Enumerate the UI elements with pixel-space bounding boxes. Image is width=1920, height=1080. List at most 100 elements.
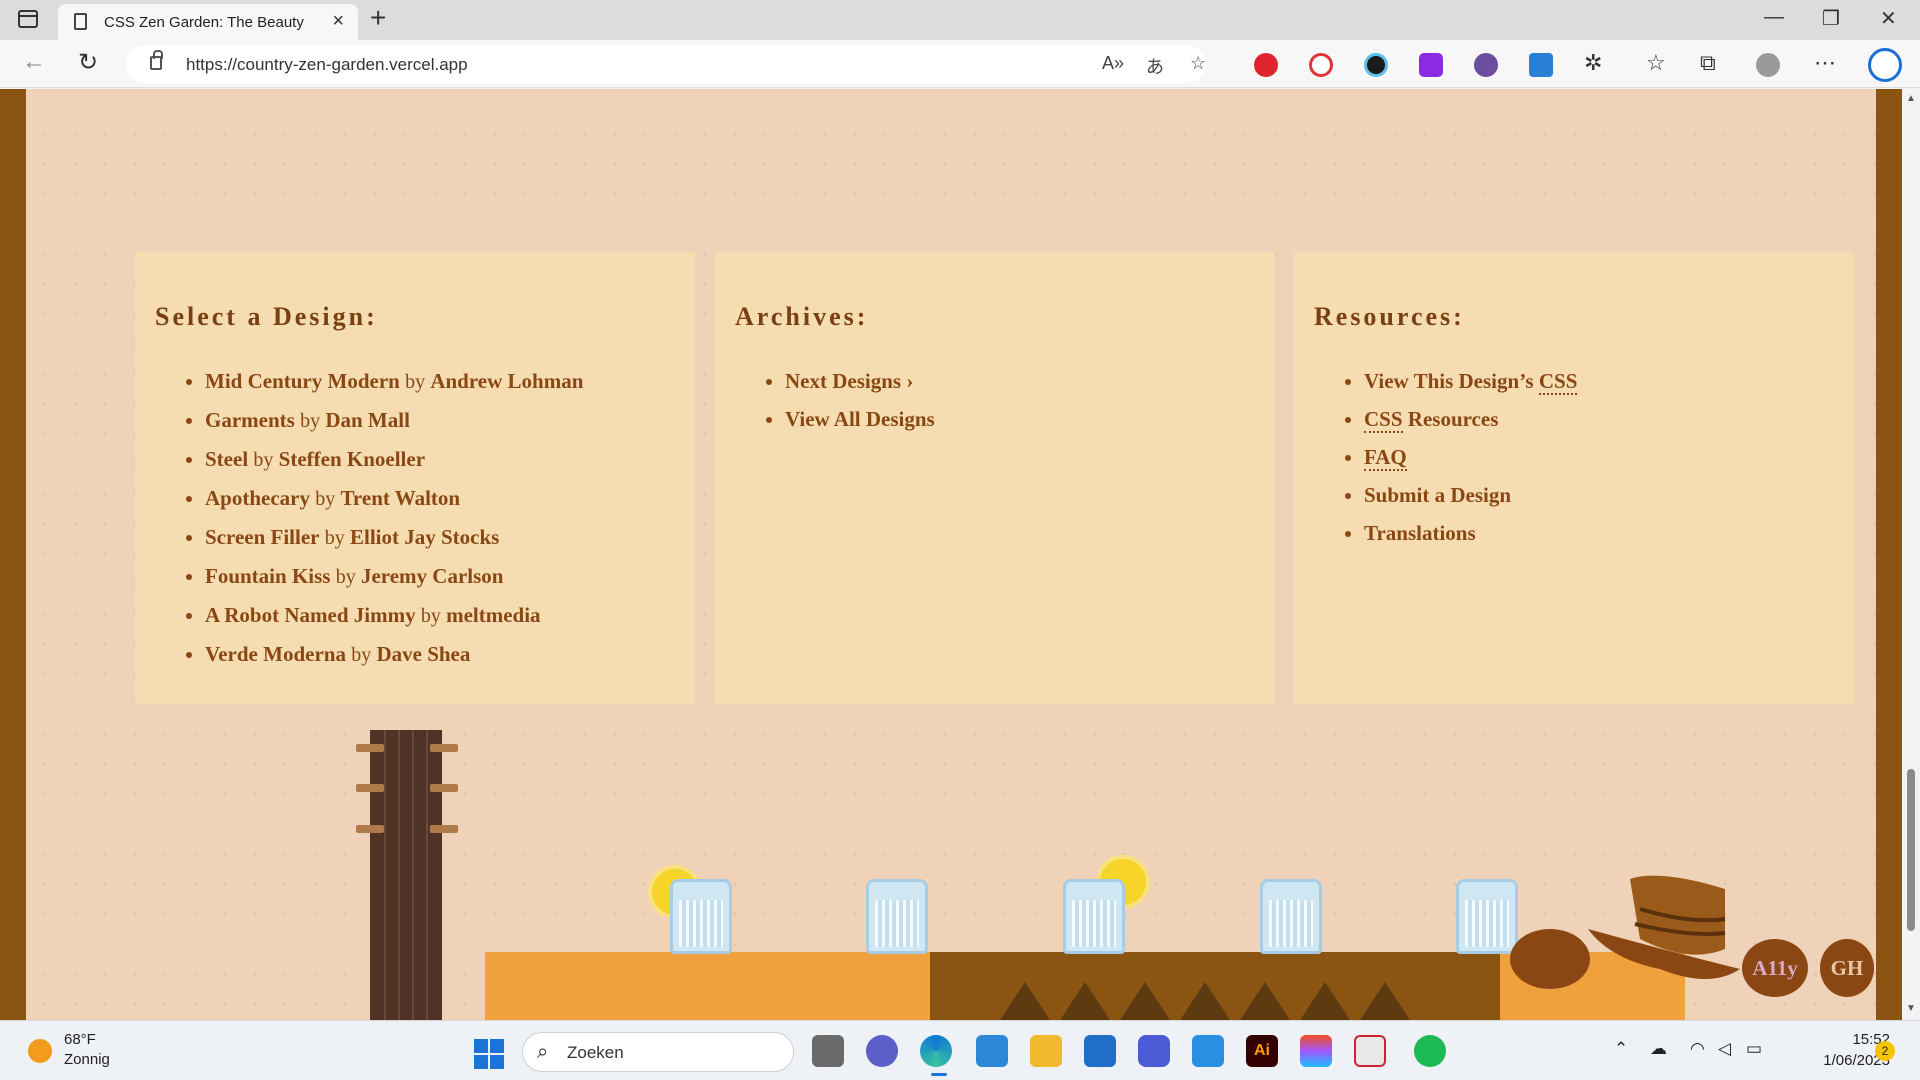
glass-decoration [1063, 879, 1125, 954]
tab-close-button[interactable]: × [332, 10, 344, 33]
design-link[interactable]: Apothecary [205, 486, 310, 510]
translate-icon[interactable]: あ [1146, 53, 1164, 79]
by-label: by [324, 527, 345, 549]
next-designs-link[interactable]: Next Designs › [785, 369, 913, 393]
tuning-peg [356, 825, 384, 833]
taskbar-search[interactable]: ⌕ Zoeken [522, 1032, 794, 1072]
designer-link[interactable]: Elliot Jay Stocks [350, 525, 499, 549]
scroll-down-icon[interactable]: ▼ [1906, 1003, 1916, 1014]
adblock-icon[interactable] [1254, 53, 1278, 77]
scroll-thumb[interactable] [1907, 769, 1915, 931]
list-item: Screen Filler by Elliot Jay Stocks [205, 518, 583, 557]
design-link[interactable]: Garments [205, 408, 295, 432]
designer-link[interactable]: Steffen Knoeller [279, 447, 425, 471]
store-icon[interactable] [976, 1035, 1008, 1067]
table-runner-decoration [930, 952, 1500, 1020]
wifi-icon[interactable]: ◠ [1690, 1039, 1705, 1059]
extension-icon[interactable] [1529, 53, 1553, 77]
faq-link[interactable]: FAQ [1364, 445, 1407, 471]
onedrive-icon[interactable]: ☁ [1650, 1039, 1667, 1059]
extension-icon[interactable] [1474, 53, 1498, 77]
hat-decoration [320, 89, 520, 109]
bing-chat-icon[interactable] [1868, 48, 1902, 82]
extension-icon[interactable] [1419, 53, 1443, 77]
page-frame-right [1876, 89, 1902, 1020]
notification-badge[interactable]: 2 [1875, 1041, 1895, 1061]
design-link[interactable]: Fountain Kiss [205, 564, 330, 588]
weather-sun-icon[interactable] [28, 1039, 52, 1063]
spotify-icon[interactable] [1414, 1035, 1446, 1067]
scroll-up-icon[interactable]: ▲ [1906, 93, 1916, 104]
file-explorer-icon[interactable] [1030, 1035, 1062, 1067]
page-viewport: Select a Design: Mid Century Modern by A… [0, 89, 1920, 1020]
collections-icon[interactable]: ⧉ [1700, 50, 1716, 76]
back-icon[interactable]: ← [22, 48, 46, 76]
lock-icon[interactable] [150, 50, 163, 70]
favorites-icon[interactable]: ☆ [1646, 50, 1666, 76]
weather-temperature[interactable]: 68°F [64, 1031, 96, 1048]
record-icon[interactable] [1309, 53, 1333, 77]
submit-design-link[interactable]: Submit a Design [1364, 483, 1511, 507]
by-label: by [405, 371, 426, 393]
by-label: by [420, 605, 441, 627]
weather-condition[interactable]: Zonnig [64, 1051, 110, 1068]
list-item: Next Designs › [785, 362, 935, 400]
sidebar-toggle-icon[interactable] [18, 10, 38, 28]
snipping-tool-icon[interactable] [1354, 1035, 1386, 1067]
css-resources-link[interactable]: CSS Resources [1364, 407, 1498, 433]
designer-link[interactable]: Jeremy Carlson [361, 564, 504, 588]
restore-button[interactable]: ❐ [1822, 6, 1840, 31]
list-item: CSS Resources [1364, 400, 1577, 438]
clock-date[interactable]: 1/06/2023 [1786, 1052, 1890, 1069]
archives-panel: Archives: Next Designs › View All Design… [715, 252, 1275, 704]
translations-link[interactable]: Translations [1364, 521, 1476, 545]
cowboy-hat-decoration [1510, 875, 1740, 989]
by-label: by [315, 488, 336, 510]
designer-link[interactable]: Dave Shea [376, 642, 470, 666]
show-hidden-icons[interactable]: ⌃ [1614, 1039, 1628, 1059]
page-scrollbar[interactable]: ▲ ▼ [1902, 89, 1920, 1020]
designer-link[interactable]: meltmedia [446, 603, 540, 627]
tuning-peg [430, 825, 458, 833]
design-link[interactable]: A Robot Named Jimmy [205, 603, 416, 627]
figma-icon[interactable] [1300, 1035, 1332, 1067]
list-item: Translations [1364, 514, 1577, 552]
minimize-button[interactable]: — [1764, 6, 1784, 29]
illustrator-icon[interactable]: Ai [1246, 1035, 1278, 1067]
task-view-icon[interactable] [812, 1035, 844, 1067]
teams-chat-icon[interactable] [866, 1035, 898, 1067]
design-link[interactable]: Steel [205, 447, 248, 471]
address-bar[interactable]: https://country-zen-garden.vercel.app A»… [126, 45, 1206, 83]
view-all-designs-link[interactable]: View All Designs [785, 407, 935, 431]
mail-icon[interactable] [1084, 1035, 1116, 1067]
browser-tab[interactable]: CSS Zen Garden: The Beauty of CSS × [58, 4, 358, 40]
close-window-button[interactable]: ✕ [1880, 6, 1897, 31]
select-design-panel: Select a Design: Mid Century Modern by A… [135, 252, 695, 704]
design-link[interactable]: Mid Century Modern [205, 369, 400, 393]
designer-link[interactable]: Dan Mall [325, 408, 410, 432]
app-icon[interactable] [1138, 1035, 1170, 1067]
vscode-icon[interactable] [1192, 1035, 1224, 1067]
view-css-link[interactable]: View This Design’s CSS [1364, 369, 1578, 395]
designer-link[interactable]: Trent Walton [340, 486, 460, 510]
a11y-button[interactable]: A11y [1742, 939, 1808, 997]
design-link[interactable]: Verde Moderna [205, 642, 346, 666]
profile-avatar[interactable] [1756, 53, 1780, 77]
start-button[interactable] [474, 1039, 504, 1069]
designer-link[interactable]: Andrew Lohman [430, 369, 583, 393]
new-tab-button[interactable]: + [370, 2, 386, 34]
more-menu-icon[interactable]: ⋯ [1814, 50, 1836, 76]
design-link[interactable]: Screen Filler [205, 525, 320, 549]
extensions-puzzle-icon[interactable]: ✲ [1584, 50, 1602, 76]
list-item: FAQ [1364, 438, 1577, 476]
edge-icon[interactable] [920, 1035, 952, 1067]
volume-icon[interactable]: ◁ [1718, 1039, 1731, 1059]
read-aloud-icon[interactable]: A» [1102, 53, 1124, 74]
add-favorite-icon[interactable]: ☆ [1190, 53, 1206, 74]
url-text[interactable]: https://country-zen-garden.vercel.app [186, 55, 468, 75]
github-button[interactable]: GH [1820, 939, 1874, 997]
color-picker-icon[interactable] [1364, 53, 1388, 77]
refresh-icon[interactable]: ↻ [78, 48, 98, 77]
battery-icon[interactable]: ▭ [1746, 1039, 1762, 1059]
page-frame-left [0, 89, 26, 1020]
